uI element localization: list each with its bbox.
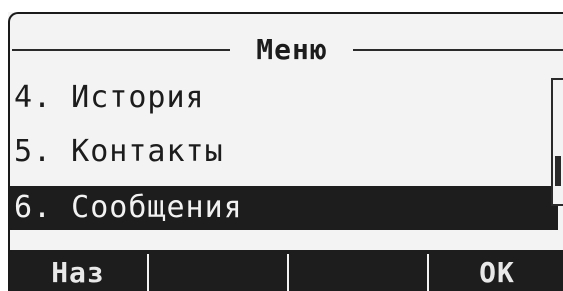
softkey-2[interactable] xyxy=(149,250,286,291)
menu-item-history[interactable]: 4. История xyxy=(10,76,558,120)
bezel-top xyxy=(0,0,563,12)
bezel-left xyxy=(0,0,8,291)
softkey-3[interactable] xyxy=(289,250,426,291)
back-softkey[interactable]: Наз xyxy=(10,250,146,291)
scrollbar-thumb[interactable] xyxy=(555,156,561,186)
title-divider-right xyxy=(353,49,563,51)
title-divider-left xyxy=(12,49,230,51)
scrollbar[interactable] xyxy=(551,78,563,206)
menu-title-bar: Меню xyxy=(10,32,563,68)
page-title: Меню xyxy=(256,33,328,66)
softkey-bar: Наз ОК xyxy=(10,250,563,291)
lcd-display: Меню 4. История 5. Контакты 6. Сообщения… xyxy=(8,12,563,291)
menu-item-contacts[interactable]: 5. Контакты xyxy=(10,130,558,174)
menu-item-messages[interactable]: 6. Сообщения xyxy=(10,186,558,230)
phone-lcd-screen: Меню 4. История 5. Контакты 6. Сообщения… xyxy=(0,0,563,291)
ok-softkey[interactable]: ОК xyxy=(429,250,563,291)
